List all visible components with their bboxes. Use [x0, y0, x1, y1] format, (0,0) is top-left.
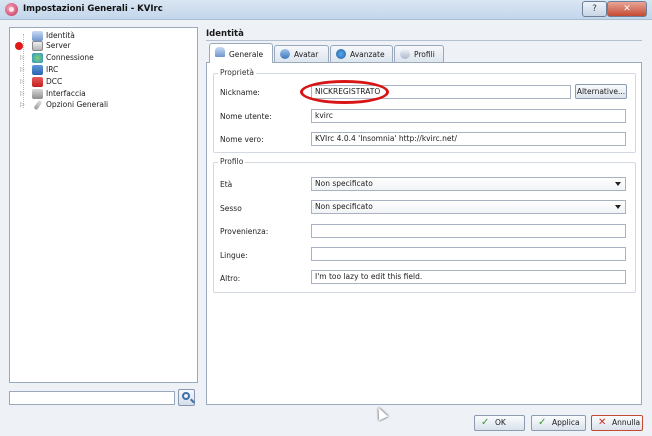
sex-select-value: Non specificato — [315, 202, 373, 211]
section-title: Identità — [206, 29, 244, 39]
dcc-icon — [32, 77, 43, 87]
ok-button[interactable]: ✓ OK — [474, 415, 525, 431]
expand-arrow-icon[interactable]: ▷ — [20, 79, 25, 85]
tree-item-general-options[interactable]: ▷ Opzioni Generali — [10, 99, 195, 111]
cancel-button[interactable]: ✕ Annulla — [591, 415, 643, 431]
section-divider — [206, 40, 642, 41]
ok-label: OK — [495, 418, 506, 427]
avatar-icon — [280, 49, 290, 59]
mouse-cursor-icon — [373, 405, 389, 421]
tab-avatar[interactable]: Avatar — [274, 45, 329, 62]
check-icon: ✓ — [538, 417, 547, 428]
realname-label: Nome vero: — [220, 135, 264, 144]
chevron-down-icon — [615, 182, 621, 186]
tab-profili[interactable]: Profili — [394, 45, 444, 62]
nickname-field[interactable]: NICKREGISTRATO — [311, 85, 571, 99]
alternative-nicknames-button[interactable]: Alternative... — [575, 84, 627, 99]
tree-item-label: IRC — [46, 65, 59, 74]
tree-search-button[interactable] — [178, 389, 195, 406]
cross-icon: ✕ — [598, 417, 607, 428]
tree-item-label: Interfaccia — [46, 89, 86, 98]
window-title: Impostazioni Generali - KVIrc — [23, 4, 163, 14]
origin-label: Provenienza: — [220, 227, 269, 236]
apply-label: Applica — [552, 418, 580, 427]
tab-label: Generale — [229, 50, 264, 59]
tab-avanzate[interactable]: Avanzate — [330, 45, 393, 62]
tree-item-interface[interactable]: ▷ Interfaccia — [10, 89, 195, 99]
languages-field[interactable] — [311, 247, 626, 261]
age-label: Età — [220, 180, 233, 189]
other-field[interactable]: I'm too lazy to edit this field. — [311, 270, 626, 284]
age-select[interactable]: Non specificato — [311, 177, 626, 191]
expand-arrow-icon[interactable]: ▷ — [20, 67, 25, 73]
server-icon — [32, 41, 43, 51]
origin-field[interactable] — [311, 224, 626, 238]
sex-label: Sesso — [220, 204, 242, 213]
expand-arrow-icon[interactable]: ▷ — [20, 55, 25, 61]
interface-icon — [32, 89, 43, 99]
expand-arrow-icon[interactable]: ▷ — [20, 102, 25, 108]
tab-label: Avatar — [294, 50, 319, 59]
group-title: Profilo — [218, 157, 246, 166]
realname-field[interactable]: KVIrc 4.0.4 'Insomnia' http://kvirc.net/ — [311, 132, 626, 146]
tree-item-label: DCC — [46, 77, 63, 86]
tree-item-irc[interactable]: ▷ IRC — [10, 65, 195, 75]
advanced-globe-icon — [336, 49, 346, 59]
nickname-label: Nickname: — [220, 88, 260, 97]
tree-item-identity[interactable]: Identità — [10, 31, 195, 41]
tab-label: Avanzate — [350, 50, 385, 59]
username-label: Nome utente: — [220, 112, 272, 121]
expand-arrow-icon[interactable]: ▷ — [20, 91, 25, 97]
kvirc-app-icon — [5, 3, 18, 16]
tree-item-dcc[interactable]: ▷ DCC — [10, 77, 195, 87]
tree-item-label: Server — [46, 41, 71, 50]
irc-icon — [32, 65, 43, 75]
tree-item-label: Identità — [46, 31, 75, 40]
identity-icon — [215, 47, 225, 57]
check-icon: ✓ — [481, 417, 490, 428]
tree-search-input[interactable] — [9, 391, 175, 405]
sex-select[interactable]: Non specificato — [311, 200, 626, 214]
close-button[interactable]: ✕ — [607, 1, 647, 17]
tree-item-server[interactable]: Server — [10, 41, 195, 51]
tree-item-connection[interactable]: ▷ Connessione — [10, 53, 195, 63]
options-icon — [33, 99, 43, 111]
tree-item-label: Connessione — [46, 53, 94, 62]
tab-label: Profili — [414, 50, 435, 59]
cancel-label: Annulla — [612, 418, 641, 427]
help-button[interactable]: ? — [582, 1, 607, 17]
languages-label: Lingue: — [220, 251, 248, 260]
other-label: Altro: — [220, 274, 241, 283]
tab-generale[interactable]: Generale — [209, 43, 273, 63]
identity-icon — [32, 31, 43, 41]
options-tree[interactable]: Identità Server ▷ Connessione ▷ IRC ▷ DC… — [9, 27, 198, 383]
group-title: Proprietà — [218, 68, 256, 77]
apply-button[interactable]: ✓ Applica — [531, 415, 586, 431]
tree-item-label: Opzioni Generali — [46, 100, 109, 109]
profiles-icon — [400, 49, 410, 59]
connection-icon — [32, 53, 43, 63]
search-icon — [182, 392, 190, 400]
red-marker-dot — [15, 42, 23, 50]
age-select-value: Non specificato — [315, 179, 373, 188]
username-field[interactable]: kvirc — [311, 109, 626, 123]
chevron-down-icon — [615, 205, 621, 209]
title-bar: Impostazioni Generali - KVIrc ? ✕ — [0, 0, 652, 20]
